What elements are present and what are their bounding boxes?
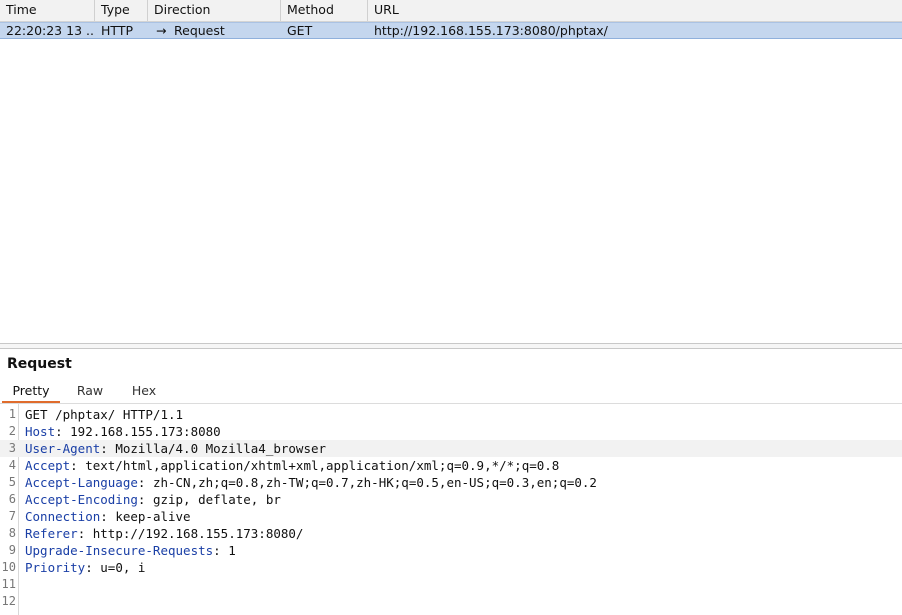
arrow-right-icon: → bbox=[156, 23, 167, 38]
line-code: Priority: u=0, i bbox=[25, 560, 146, 575]
header-key: Connection bbox=[25, 509, 101, 524]
line-number: 9 bbox=[8, 543, 16, 557]
line-code: Accept-Encoding: gzip, deflate, br bbox=[25, 492, 281, 507]
editor-line: 6 Accept-Encoding: gzip, deflate, br bbox=[0, 491, 902, 508]
editor-line: 12 bbox=[0, 593, 902, 610]
line-number: 8 bbox=[8, 526, 16, 540]
line-code: Connection: keep-alive bbox=[25, 509, 191, 524]
editor-line: 10 Priority: u=0, i bbox=[0, 559, 902, 576]
cell-method: GET bbox=[287, 23, 313, 38]
header-key: Referer bbox=[25, 526, 78, 541]
line-code: Upgrade-Insecure-Requests: 1 bbox=[25, 543, 236, 558]
line-number: 1 bbox=[8, 407, 16, 421]
header-key: Accept-Language bbox=[25, 475, 138, 490]
tab-pretty[interactable]: Pretty bbox=[2, 381, 60, 403]
header-key: User-Agent bbox=[25, 441, 101, 456]
line-number: 5 bbox=[8, 475, 16, 489]
editor-line: 7 Connection: keep-alive bbox=[0, 508, 902, 525]
header-key: Accept bbox=[25, 458, 71, 473]
line-code: Host: 192.168.155.173:8080 bbox=[25, 424, 221, 439]
line-code: User-Agent: Mozilla/4.0 Mozilla4_browser bbox=[25, 441, 327, 456]
editor-line: 8 Referer: http://192.168.155.173:8080/ bbox=[0, 525, 902, 542]
line-number: 2 bbox=[8, 424, 16, 438]
pane-splitter[interactable] bbox=[0, 343, 902, 349]
table-row[interactable]: 22:20:23 13 ... HTTP → Request GET http:/… bbox=[0, 22, 902, 39]
header-key: Accept-Encoding bbox=[25, 492, 138, 507]
line-number: 7 bbox=[8, 509, 16, 523]
editor-line: 2 Host: 192.168.155.173:8080 bbox=[0, 423, 902, 440]
cell-time: 22:20:23 13 ... bbox=[6, 23, 95, 38]
editor-line: 5 Accept-Language: zh-CN,zh;q=0.8,zh-TW;… bbox=[0, 474, 902, 491]
line-number: 10 bbox=[1, 560, 16, 574]
column-header-method[interactable]: Method bbox=[281, 0, 368, 21]
request-pane-title: Request bbox=[7, 356, 72, 372]
header-key: Host bbox=[25, 424, 56, 439]
cell-type: HTTP bbox=[101, 23, 133, 38]
line-code: Accept-Language: zh-CN,zh;q=0.8,zh-TW;q=… bbox=[25, 475, 597, 490]
line-code: Referer: http://192.168.155.173:8080/ bbox=[25, 526, 304, 541]
column-header-time[interactable]: Time bbox=[0, 0, 95, 21]
editor-line: 11 bbox=[0, 576, 902, 593]
request-tabs: Pretty Raw Hex bbox=[0, 381, 902, 403]
tab-hex[interactable]: Hex bbox=[124, 381, 164, 401]
line-number: 11 bbox=[1, 577, 16, 591]
column-header-type[interactable]: Type bbox=[95, 0, 148, 21]
cell-url: http://192.168.155.173:8080/phptax/ bbox=[374, 23, 608, 38]
header-key: Priority bbox=[25, 560, 86, 575]
cell-direction: → Request bbox=[148, 23, 281, 39]
header-key: Upgrade-Insecure-Requests bbox=[25, 543, 214, 558]
line-number: 4 bbox=[8, 458, 16, 472]
line-number: 12 bbox=[1, 594, 16, 608]
history-table-header: Time Type Direction Method URL bbox=[0, 0, 902, 22]
request-editor[interactable]: 1 GET /phptax/ HTTP/1.1 2 Host: 192.168.… bbox=[0, 404, 902, 615]
editor-line: 4 Accept: text/html,application/xhtml+xm… bbox=[0, 457, 902, 474]
editor-line: 1 GET /phptax/ HTTP/1.1 bbox=[0, 406, 902, 423]
line-number: 6 bbox=[8, 492, 16, 506]
line-number: 3 bbox=[8, 441, 16, 455]
line-code: Accept: text/html,application/xhtml+xml,… bbox=[25, 458, 560, 473]
cell-direction-label: Request bbox=[174, 23, 225, 38]
column-header-url[interactable]: URL bbox=[368, 0, 902, 21]
editor-line: 9 Upgrade-Insecure-Requests: 1 bbox=[0, 542, 902, 559]
tab-raw[interactable]: Raw bbox=[70, 381, 110, 401]
editor-line-current: 3 User-Agent: Mozilla/4.0 Mozilla4_brows… bbox=[0, 440, 902, 457]
column-header-direction[interactable]: Direction bbox=[148, 0, 281, 21]
line-code: GET /phptax/ HTTP/1.1 bbox=[25, 407, 184, 422]
